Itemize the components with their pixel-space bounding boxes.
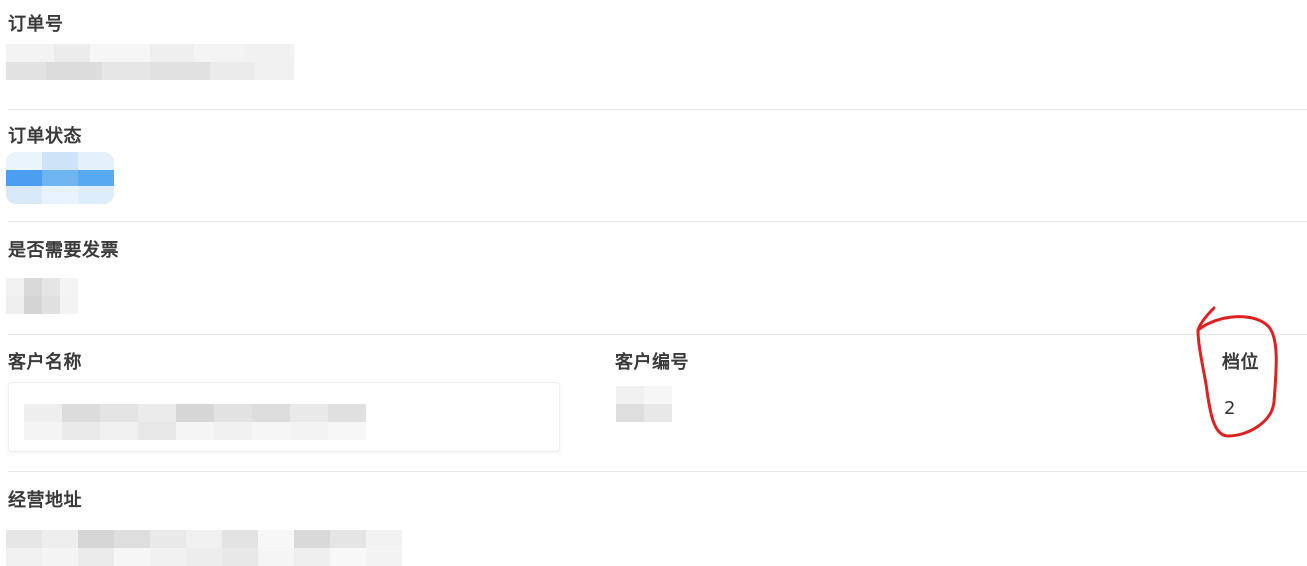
business-address-label: 经营地址	[8, 490, 82, 511]
customer-number-value-redacted	[616, 386, 672, 422]
divider-2	[8, 221, 1307, 222]
divider-3	[8, 334, 1307, 335]
business-address-value-redacted	[6, 530, 402, 566]
order-number-label: 订单号	[8, 14, 64, 35]
customer-name-label: 客户名称	[8, 352, 82, 373]
order-status-badge-redacted	[6, 152, 114, 204]
divider-4	[8, 471, 1307, 472]
customer-number-label: 客户编号	[615, 352, 689, 373]
tier-label: 档位	[1222, 352, 1259, 373]
need-invoice-value-redacted	[6, 278, 78, 314]
customer-name-value-redacted	[24, 404, 366, 440]
tier-value: 2	[1224, 398, 1236, 419]
red-annotation-circle	[1196, 306, 1278, 438]
need-invoice-label: 是否需要发票	[8, 240, 119, 261]
divider-1	[8, 109, 1307, 110]
order-status-label: 订单状态	[8, 126, 82, 147]
order-number-value-redacted	[6, 44, 294, 80]
